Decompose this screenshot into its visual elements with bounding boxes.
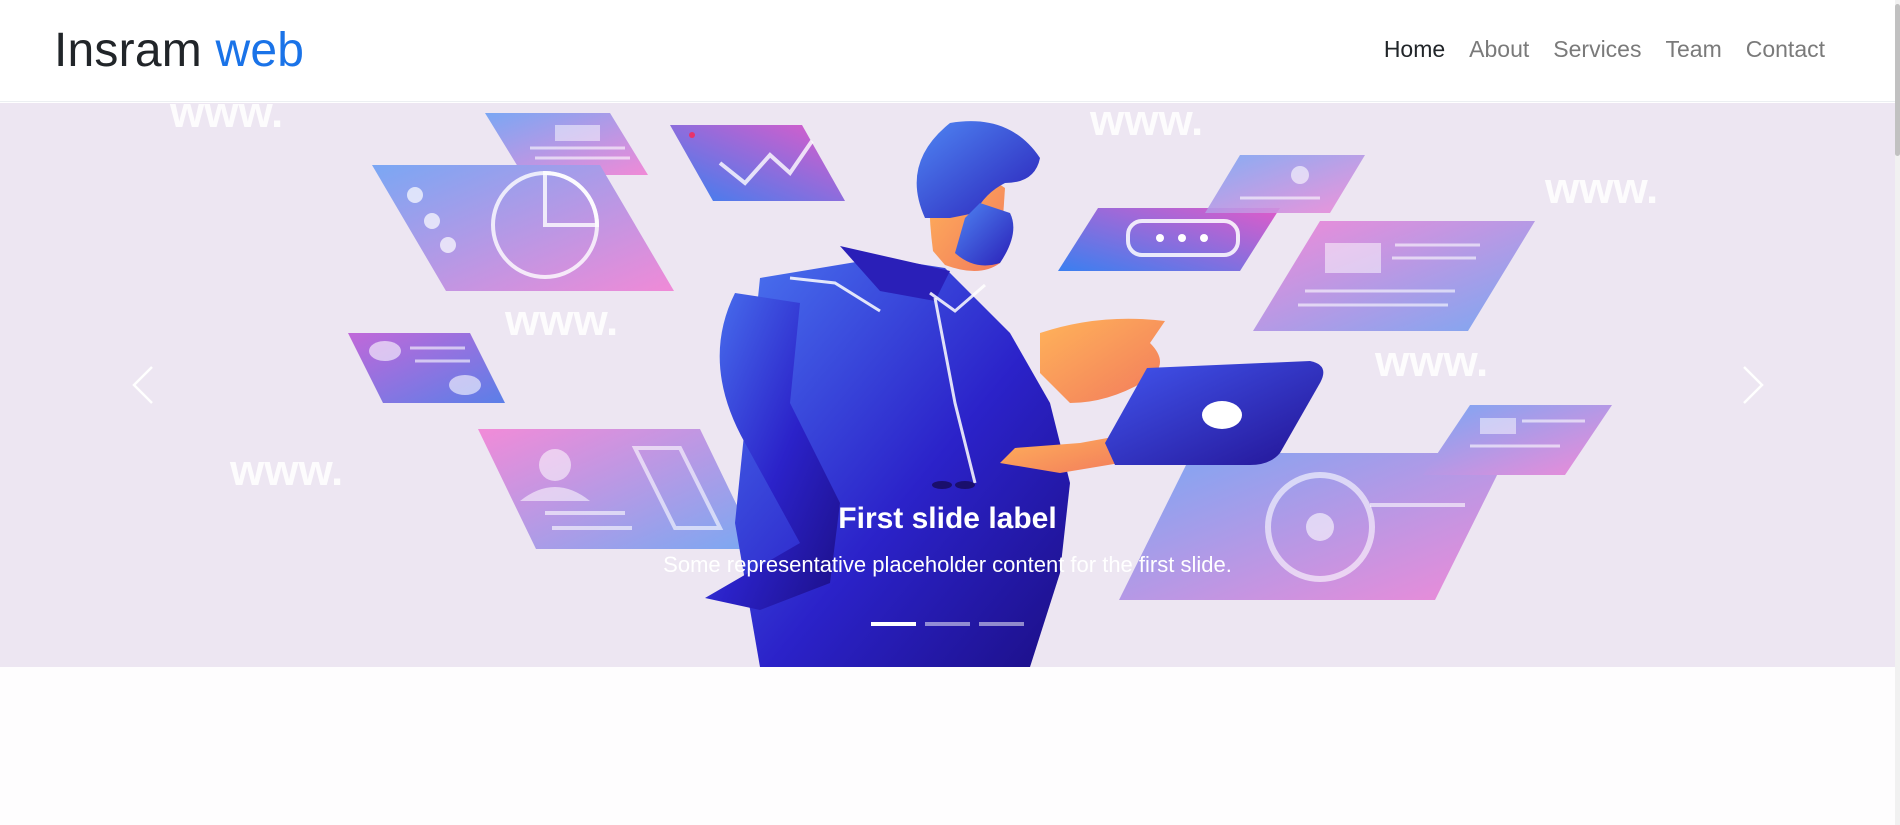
nav-team[interactable]: Team bbox=[1665, 32, 1721, 66]
brand-accent: web bbox=[215, 24, 305, 77]
document-card bbox=[1253, 221, 1535, 331]
carousel-prev-button[interactable] bbox=[0, 103, 285, 667]
content-area bbox=[0, 667, 1895, 825]
slide-text: Some representative placeholder content … bbox=[663, 552, 1232, 577]
page-scrollbar[interactable] bbox=[1895, 0, 1900, 825]
carousel-indicators bbox=[0, 622, 1895, 626]
nav-about[interactable]: About bbox=[1469, 32, 1529, 66]
carousel-indicator-2[interactable] bbox=[925, 622, 970, 626]
watermark-text: www. bbox=[1089, 103, 1203, 145]
brand-name: Insram bbox=[54, 24, 202, 77]
carousel-indicator-3[interactable] bbox=[979, 622, 1024, 626]
slide-title: First slide label bbox=[838, 502, 1057, 535]
chevron-left-icon bbox=[131, 366, 153, 404]
carousel-indicator-1[interactable] bbox=[871, 622, 916, 626]
watermark-text: www. bbox=[504, 296, 618, 345]
main-nav: Home About Services Team Contact bbox=[1384, 32, 1825, 66]
scrollbar-thumb[interactable] bbox=[1895, 4, 1900, 156]
chevron-right-icon bbox=[1742, 366, 1764, 404]
profile-card bbox=[348, 333, 505, 403]
navbar: Insram web Home About Services Team Cont… bbox=[0, 0, 1895, 102]
brand-logo[interactable]: Insram web bbox=[54, 19, 304, 83]
line-chart-card bbox=[670, 125, 845, 201]
hero-carousel: www. www. www. www. www. www. First slid… bbox=[0, 103, 1895, 667]
page: Insram web Home About Services Team Cont… bbox=[0, 0, 1895, 825]
nav-contact[interactable]: Contact bbox=[1746, 32, 1825, 66]
document-card bbox=[1423, 405, 1612, 475]
user-card bbox=[1205, 155, 1365, 213]
watermark-text: www. bbox=[1374, 337, 1488, 386]
nav-services[interactable]: Services bbox=[1553, 32, 1641, 66]
carousel-next-button[interactable] bbox=[1610, 103, 1895, 667]
pie-chart-card bbox=[372, 165, 674, 291]
nav-home[interactable]: Home bbox=[1384, 32, 1445, 66]
message-card bbox=[1058, 208, 1280, 271]
